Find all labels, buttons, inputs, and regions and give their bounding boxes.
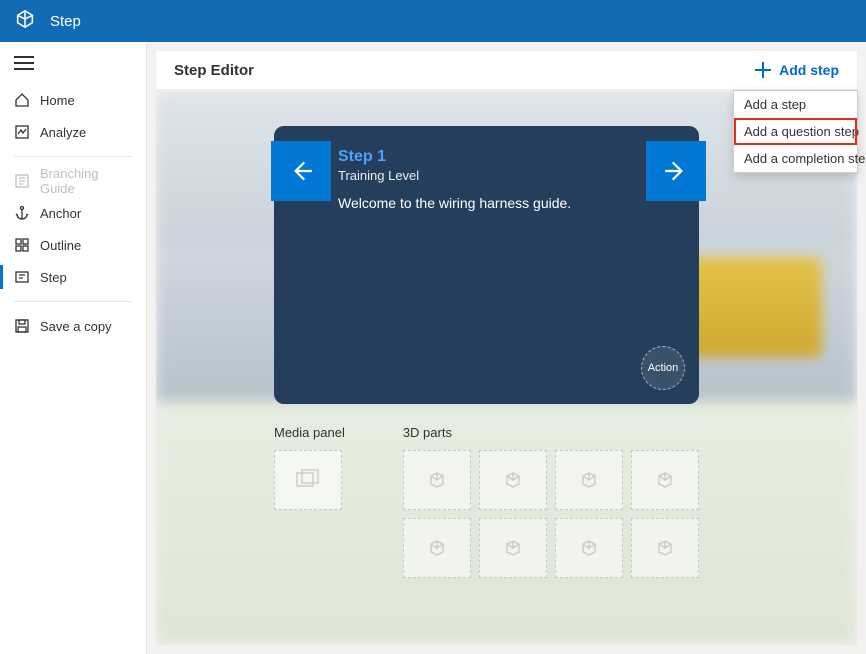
part-slot[interactable] <box>555 450 623 510</box>
analyze-icon <box>14 124 30 140</box>
step-card-title: Step 1 <box>338 148 675 166</box>
sidebar: Home Analyze Branching Guide Anchor Outl… <box>0 42 147 654</box>
sidebar-item-label: Home <box>40 93 75 108</box>
step-card-body: Welcome to the wiring harness guide. <box>338 195 675 211</box>
sidebar-item-label: Branching Guide <box>40 166 132 196</box>
step-icon <box>14 269 30 285</box>
action-badge[interactable]: Action <box>641 346 685 390</box>
previous-step-button[interactable] <box>271 141 331 201</box>
parts-panel-label: 3D parts <box>403 425 699 440</box>
dropdown-item-add-question-step[interactable]: Add a question step <box>734 118 857 145</box>
part-slot[interactable] <box>403 450 471 510</box>
add-step-button[interactable]: Add step <box>755 62 839 78</box>
dropdown-item-add-step[interactable]: Add a step <box>734 91 857 118</box>
parts-grid <box>403 450 699 578</box>
sidebar-separator <box>14 156 132 157</box>
app-title: Step <box>50 13 81 30</box>
sidebar-item-label: Save a copy <box>40 319 112 334</box>
media-slot[interactable] <box>274 450 342 510</box>
app-header: Step <box>0 0 866 42</box>
sidebar-item-outline[interactable]: Outline <box>0 229 146 261</box>
part-slot[interactable] <box>631 518 699 578</box>
media-panel-label: Media panel <box>274 425 345 440</box>
step-card: Step 1 Training Level Welcome to the wir… <box>274 126 699 404</box>
hamburger-icon[interactable] <box>14 56 34 70</box>
outline-icon <box>14 237 30 253</box>
sidebar-item-home[interactable]: Home <box>0 84 146 116</box>
save-icon <box>14 318 30 334</box>
part-slot[interactable] <box>403 518 471 578</box>
part-slot[interactable] <box>631 450 699 510</box>
step-card-subtitle: Training Level <box>338 168 675 183</box>
sidebar-item-branching-guide: Branching Guide <box>0 165 146 197</box>
part-slot[interactable] <box>555 518 623 578</box>
canvas: Step 1 Training Level Welcome to the wir… <box>155 90 858 646</box>
part-slot[interactable] <box>479 450 547 510</box>
main-area: Step Editor Add step Step 1 Training Lev… <box>147 42 866 654</box>
app-logo-icon <box>14 8 50 34</box>
sidebar-item-label: Step <box>40 270 67 285</box>
sidebar-item-save-a-copy[interactable]: Save a copy <box>0 310 146 342</box>
sidebar-separator <box>14 301 132 302</box>
page-title: Step Editor <box>174 62 254 79</box>
sidebar-item-label: Outline <box>40 238 81 253</box>
toolbar: Step Editor Add step <box>155 50 858 90</box>
home-icon <box>14 92 30 108</box>
part-slot[interactable] <box>479 518 547 578</box>
dropdown-item-add-completion-step[interactable]: Add a completion step <box>734 145 857 172</box>
next-step-button[interactable] <box>646 141 706 201</box>
parts-panel: 3D parts <box>403 425 699 578</box>
sidebar-item-analyze[interactable]: Analyze <box>0 116 146 148</box>
plus-icon <box>755 62 771 78</box>
add-step-label: Add step <box>779 62 839 78</box>
guide-icon <box>14 173 30 189</box>
sidebar-item-step[interactable]: Step <box>0 261 146 293</box>
sidebar-item-label: Analyze <box>40 125 86 140</box>
panels-row: Media panel 3D parts <box>274 425 699 578</box>
anchor-icon <box>14 205 30 221</box>
add-step-dropdown: Add a step Add a question step Add a com… <box>733 90 858 173</box>
sidebar-item-anchor[interactable]: Anchor <box>0 197 146 229</box>
media-panel: Media panel <box>274 425 345 578</box>
sidebar-item-label: Anchor <box>40 206 81 221</box>
